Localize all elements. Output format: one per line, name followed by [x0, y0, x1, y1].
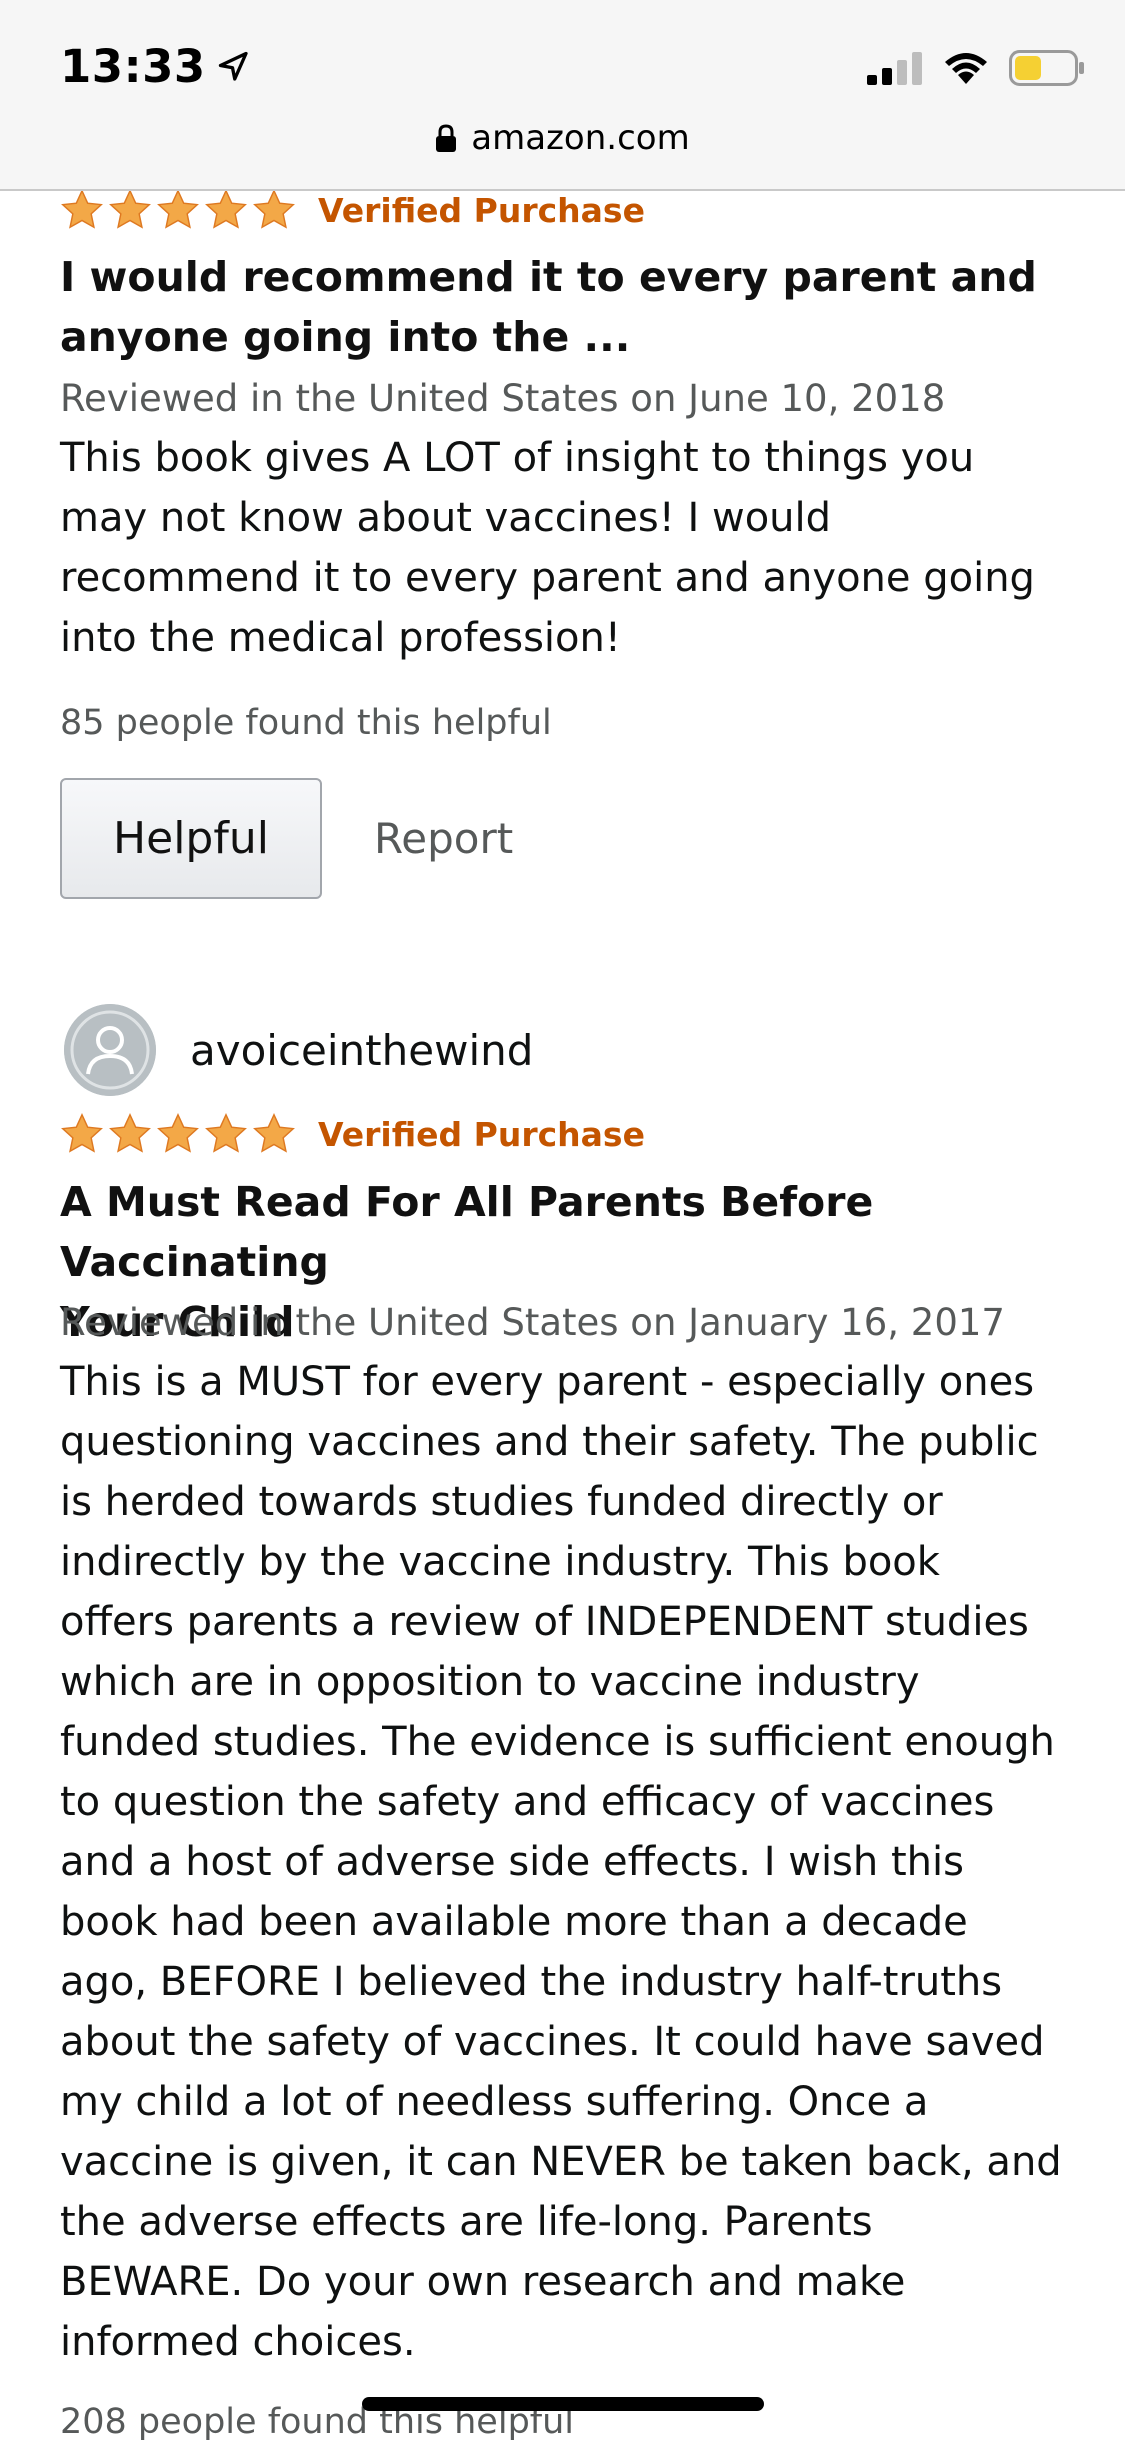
review-body-line: ago, BEFORE I believed the industry half…: [60, 1959, 1003, 2005]
review-body-line: is herded towards studies funded directl…: [60, 1479, 943, 1525]
review-title-line: A Must Read For All Parents Before Vacci…: [60, 1178, 874, 1286]
review-body-line: This book gives A LOT of insight to thin…: [60, 435, 975, 481]
review-body-line: my child a lot of needless suffering. On…: [60, 2079, 929, 2125]
review-body-line: to question the safety and efficacy of v…: [60, 1779, 995, 1825]
star-icon: [61, 188, 103, 229]
avatar: [64, 1004, 156, 1096]
verified-purchase-badge: Verified Purchase: [318, 1114, 645, 1154]
star-icon: [109, 1112, 151, 1153]
star-icon: [109, 188, 151, 229]
review-body-line: may not know about vaccines! I would: [60, 495, 832, 541]
reviewer-profile[interactable]: avoiceinthewind: [64, 1004, 533, 1096]
review-date: Reviewed in the United States on June 10…: [60, 377, 946, 420]
review-body-line: vaccine is given, it can NEVER be taken …: [60, 2139, 1062, 2185]
review-body: This book gives A LOT of insight to thin…: [60, 428, 1070, 668]
star-icon: [205, 1112, 247, 1153]
star-icon: [253, 1112, 295, 1153]
wifi-icon: [945, 53, 987, 84]
review-date: Reviewed in the United States on January…: [60, 1301, 1005, 1344]
review-rating: Verified Purchase: [60, 188, 645, 232]
reviewer-name: avoiceinthewind: [190, 1025, 534, 1075]
url-text: amazon.com: [471, 118, 690, 158]
star-rating: [60, 188, 296, 232]
default-avatar-icon: [64, 1004, 156, 1096]
review-body-line: offers parents a review of INDEPENDENT s…: [60, 1599, 1029, 1645]
review-body-line: and a host of adverse side effects. I wi…: [60, 1839, 964, 1885]
review-body: This is a MUST for every parent - especi…: [60, 1352, 1070, 2372]
review-title-line: anyone going into the ...: [60, 313, 631, 361]
status-time: 13:33: [60, 40, 252, 93]
star-icon: [205, 188, 247, 229]
home-indicator[interactable]: [362, 2397, 764, 2411]
cellular-signal-icon: [867, 52, 922, 85]
battery-icon: [1009, 50, 1084, 86]
verified-purchase-badge: Verified Purchase: [318, 190, 645, 230]
helpful-count: 85 people found this helpful: [60, 703, 552, 743]
review-body-line: This is a MUST for every parent - especi…: [60, 1359, 1035, 1405]
star-rating: [60, 1112, 296, 1156]
helpful-button[interactable]: Helpful: [60, 778, 322, 899]
review-title-line: I would recommend it to every parent and: [60, 253, 1037, 301]
review-body-line: the adverse effects are life-long. Paren…: [60, 2199, 873, 2245]
review-body-line: about the safety of vaccines. It could h…: [60, 2019, 1045, 2065]
lock-icon: [436, 124, 457, 152]
review-body-line: into the medical profession!: [60, 615, 621, 661]
review-body-line: book had been available more than a deca…: [60, 1899, 968, 1945]
review-title[interactable]: I would recommend it to every parent and…: [60, 247, 1070, 367]
address-bar[interactable]: amazon.com: [0, 118, 1125, 158]
star-icon: [157, 1112, 199, 1153]
star-icon: [61, 1112, 103, 1153]
review-rating: Verified Purchase: [60, 1112, 645, 1156]
status-icons: [867, 50, 1085, 86]
review-body-line: informed choices.: [60, 2319, 416, 2365]
review-body-line: questioning vaccines and their safety. T…: [60, 1419, 1039, 1465]
review-body-line: which are in opposition to vaccine indus…: [60, 1659, 920, 1705]
location-arrow-icon: [218, 51, 248, 81]
review-body-line: funded studies. The evidence is sufficie…: [60, 1719, 1055, 1765]
browser-chrome: 13:33 amazon.com: [0, 0, 1125, 191]
star-icon: [253, 188, 295, 229]
review-body-line: recommend it to every parent and anyone …: [60, 555, 1035, 601]
star-icon: [157, 188, 199, 229]
report-link[interactable]: Report: [374, 778, 513, 899]
review-body-line: indirectly by the vaccine industry. This…: [60, 1539, 940, 1585]
review-body-line: BEWARE. Do your own research and make: [60, 2259, 906, 2305]
status-time-text: 13:33: [60, 40, 206, 93]
